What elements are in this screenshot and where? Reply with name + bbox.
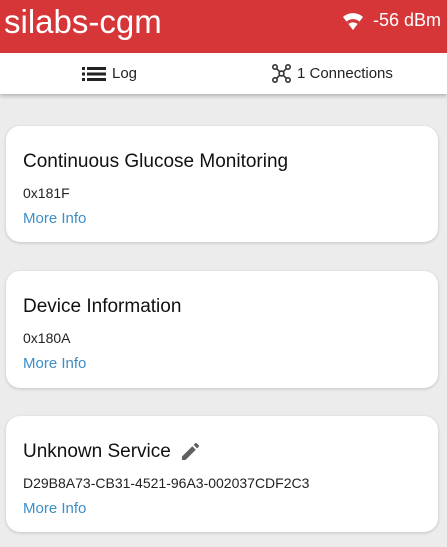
service-card-cgm[interactable]: Continuous Glucose Monitoring 0x181F Mor… xyxy=(6,126,438,242)
service-card-device-information[interactable]: Device Information 0x180A More Info xyxy=(6,271,438,388)
list-icon xyxy=(82,66,106,81)
app-header: silabs-cgm -56 dBm xyxy=(0,0,447,53)
log-label: Log xyxy=(112,65,138,82)
more-info-link[interactable]: More Info xyxy=(23,210,86,228)
device-title: silabs-cgm xyxy=(4,3,162,40)
service-name: Unknown Service xyxy=(23,441,201,463)
pencil-icon[interactable] xyxy=(179,441,201,463)
service-uuid: D29B8A73-CB31-4521-96A3-002037CDF2C3 xyxy=(23,475,310,491)
connections-label: 1 Connections xyxy=(297,65,393,82)
wifi-icon xyxy=(342,12,363,30)
service-card-unknown[interactable]: Unknown Service D29B8A73-CB31-4521-96A3-… xyxy=(6,416,438,532)
signal-strength: -56 dBm xyxy=(341,10,441,31)
service-name: Continuous Glucose Monitoring xyxy=(23,151,289,172)
rssi-value: -56 dBm xyxy=(372,10,441,30)
service-name: Device Information xyxy=(23,296,182,317)
more-info-link[interactable]: More Info xyxy=(23,355,86,373)
service-uuid: 0x180A xyxy=(23,330,71,346)
connections-button[interactable]: 1 Connections xyxy=(272,53,393,94)
toolbar: Log 1 Connections xyxy=(0,53,447,94)
service-uuid: 0x181F xyxy=(23,185,70,201)
log-button[interactable]: Log xyxy=(82,53,137,94)
more-info-link[interactable]: More Info xyxy=(23,500,86,518)
connections-icon xyxy=(272,64,291,83)
